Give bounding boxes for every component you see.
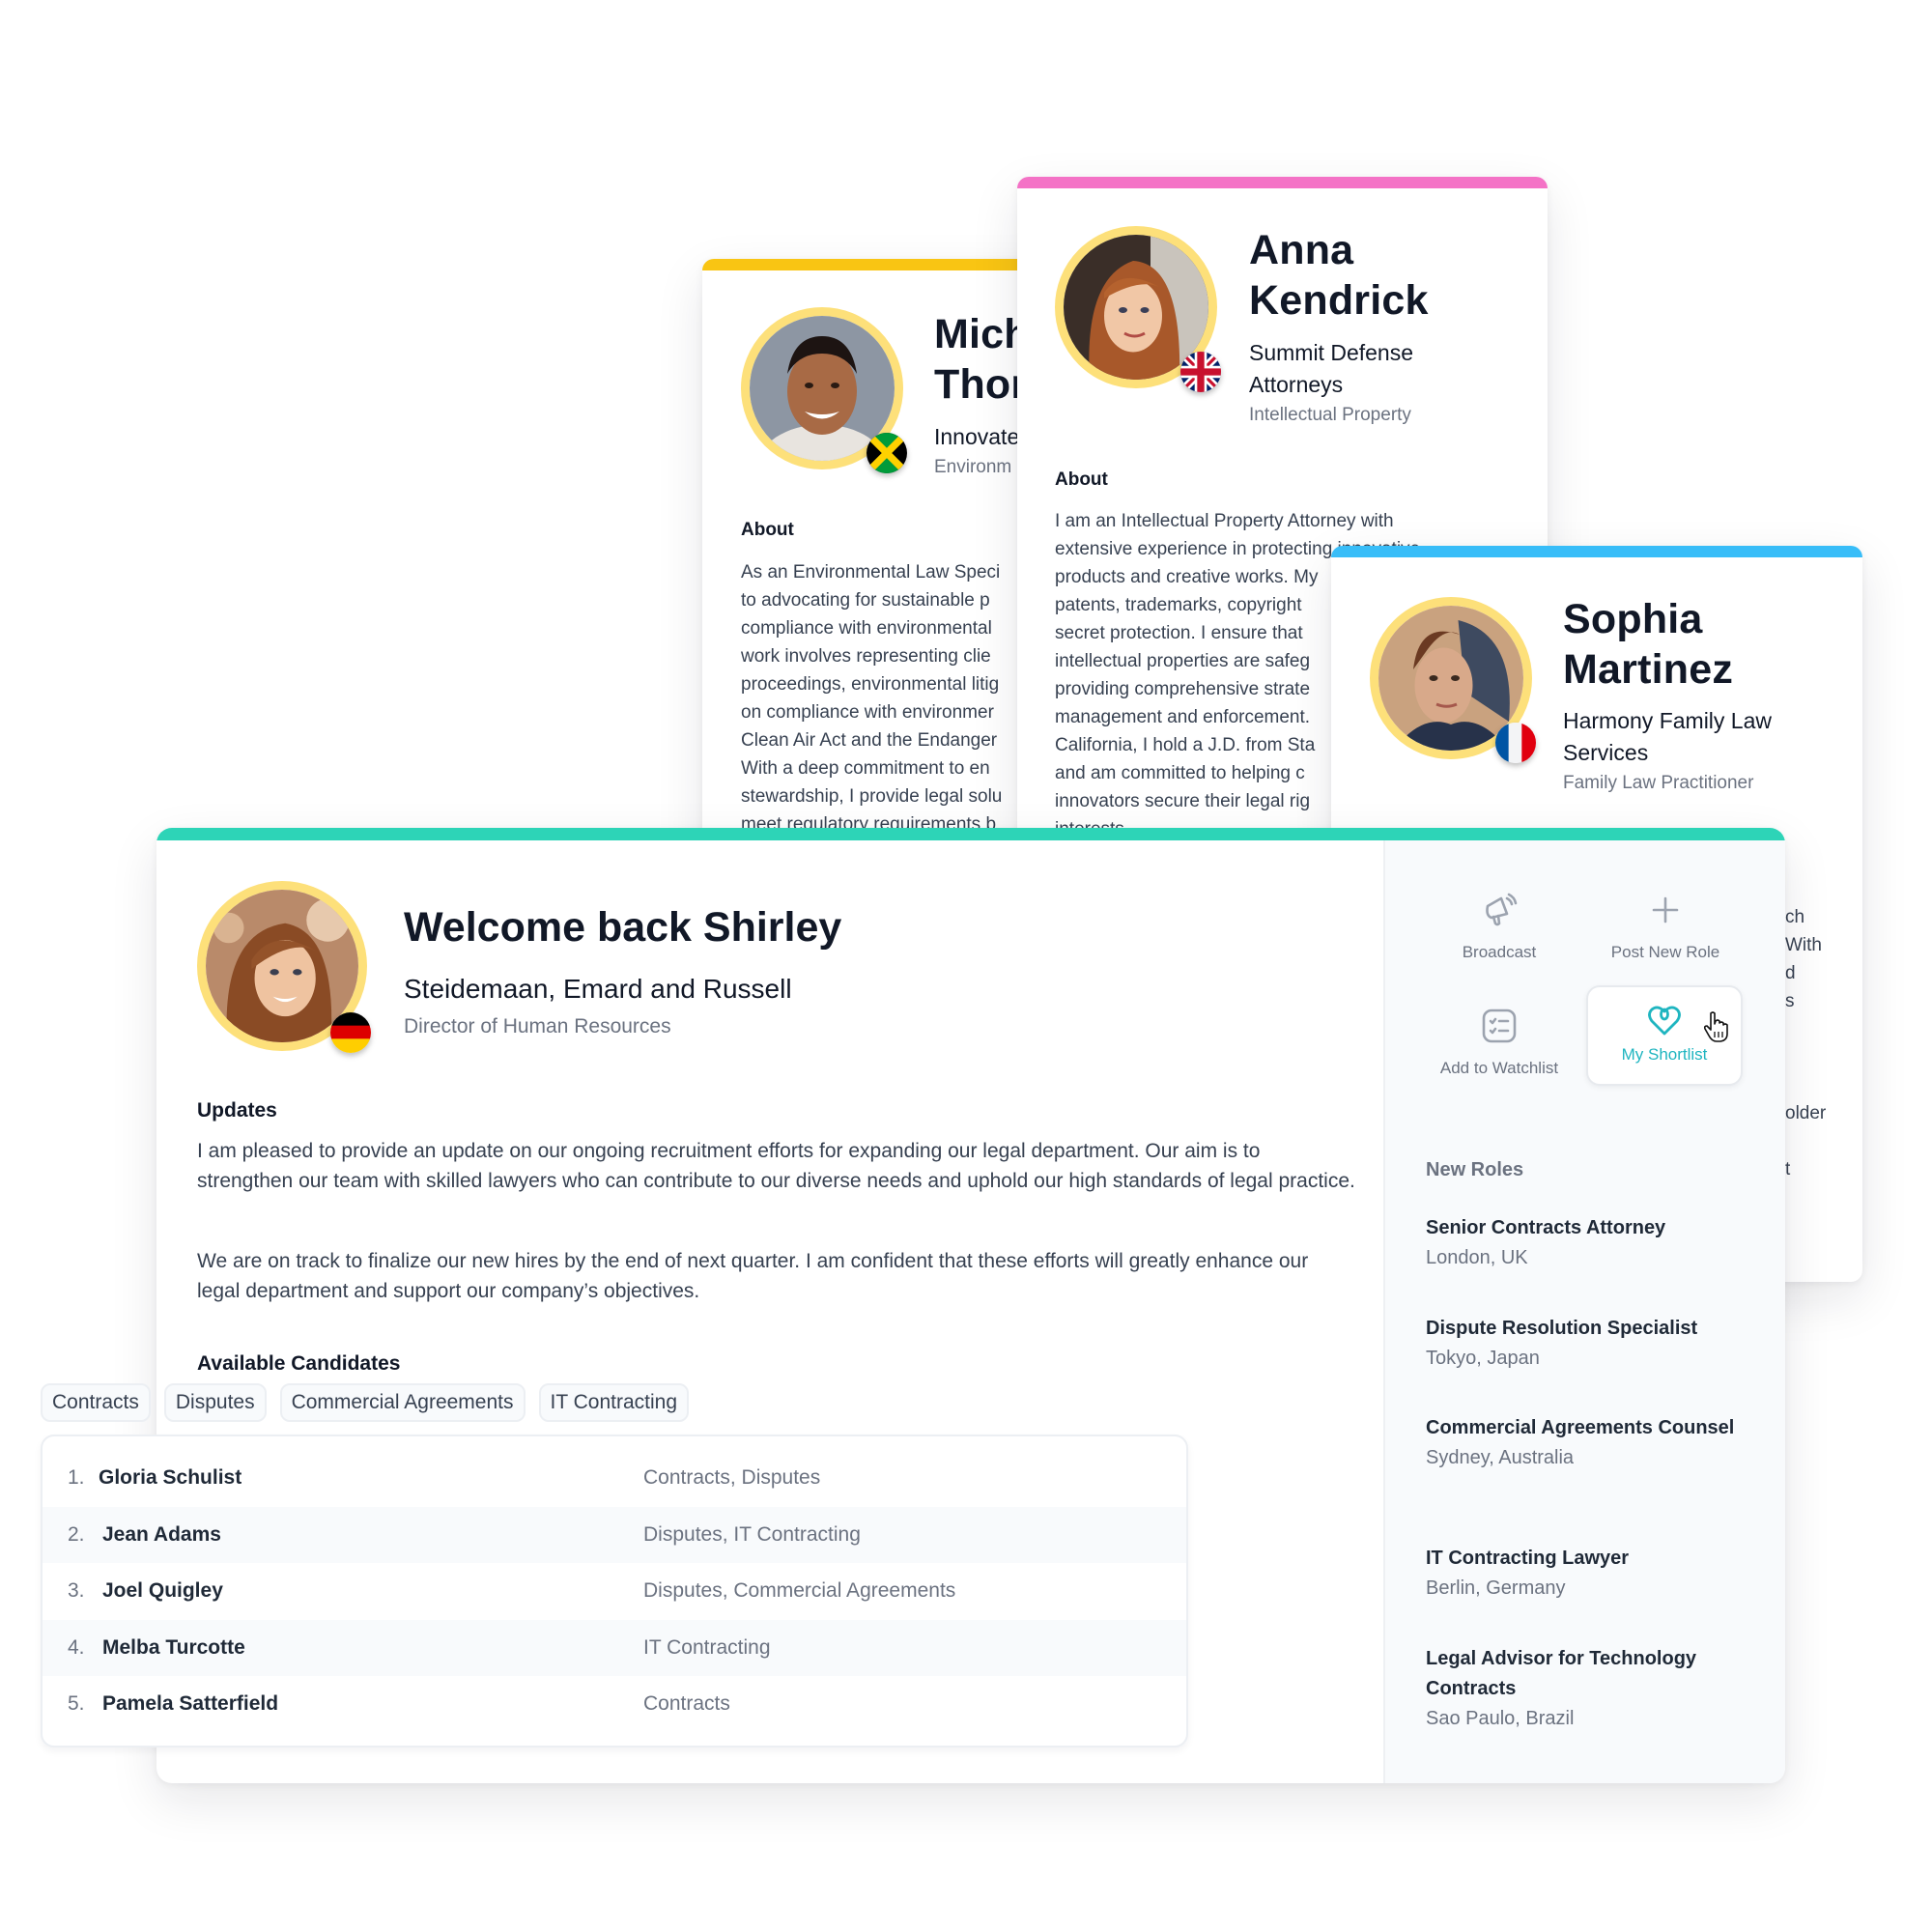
role-item[interactable]: Legal Advisor for Technology Contracts Sa… (1426, 1644, 1735, 1734)
uk-flag-icon (1180, 352, 1221, 392)
role-location: Berlin, Germany (1426, 1577, 1566, 1599)
germany-flag-icon (330, 1012, 371, 1053)
about-line: t (1785, 1159, 1791, 1179)
profile-role: Intellectual Property (1249, 405, 1411, 425)
candidate-number: 3. (68, 1579, 85, 1602)
candidate-specialties: Disputes, IT Contracting (643, 1522, 861, 1546)
candidate-number: 5. (68, 1692, 85, 1715)
france-flag-icon (1495, 723, 1536, 763)
filter-chip[interactable]: Disputes (163, 1383, 267, 1422)
about-line: older (1785, 1103, 1827, 1123)
candidate-specialties: Contracts, Disputes (643, 1466, 821, 1489)
role-title: Commercial Agreements Counsel (1426, 1417, 1735, 1438)
candidate-number: 1. (68, 1466, 85, 1489)
role-item[interactable]: Senior Contracts Attorney London, UK (1426, 1213, 1735, 1273)
candidate-name[interactable]: Melba Turcotte (102, 1636, 245, 1660)
filter-chip[interactable]: Commercial Agreements (279, 1383, 526, 1422)
profile-name: Sophia Martinez (1563, 596, 1734, 693)
my-shortlist-button[interactable]: My Shortlist (1586, 985, 1743, 1086)
checklist-icon (1482, 1009, 1517, 1043)
role-title: Senior Contracts Attorney (1426, 1217, 1666, 1238)
profile-role: Family Law Practitioner (1563, 773, 1754, 793)
post-new-role-label: Post New Role (1610, 943, 1720, 961)
about-line: d (1785, 963, 1796, 983)
candidate-row[interactable]: 3. Joel Quigley Disputes, Commercial Agree… (43, 1563, 1186, 1619)
plus-icon (1652, 896, 1679, 923)
role-location: London, UK (1426, 1247, 1528, 1268)
broadcast-label: Broadcast (1462, 943, 1537, 961)
candidate-number: 4. (68, 1635, 85, 1659)
role-title: Legal Advisor for Technology Contracts (1426, 1648, 1697, 1699)
heart-icon (1648, 1006, 1681, 1036)
updates-heading: Updates (197, 1099, 277, 1122)
role-item[interactable]: Dispute Resolution Specialist Tokyo, Japa… (1426, 1314, 1735, 1374)
candidate-specialties: IT Contracting (643, 1635, 771, 1659)
card-accent-bar (1331, 546, 1862, 557)
role-title: Dispute Resolution Specialist (1426, 1318, 1698, 1339)
about-heading: About (741, 520, 794, 540)
candidate-specialties: Contracts (643, 1692, 730, 1715)
broadcast-button[interactable]: Broadcast (1422, 881, 1577, 978)
candidate-row[interactable]: 1. Gloria Schulist Contracts, Disputes (43, 1450, 1186, 1506)
new-roles-heading: New Roles (1426, 1159, 1524, 1180)
avatar (1370, 597, 1536, 763)
role-item[interactable]: IT Contracting Lawyer Berlin, Germany (1426, 1544, 1735, 1604)
welcome-heading: Welcome back Shirley (404, 904, 842, 951)
filter-chip[interactable]: Contracts (41, 1383, 151, 1422)
megaphone-icon (1486, 893, 1518, 926)
profile-name: Anna Kendrick (1249, 227, 1429, 324)
candidates-table: 1. Gloria Schulist Contracts, Disputes 2. Je… (41, 1435, 1188, 1747)
jamaica-flag-icon (867, 433, 907, 473)
filter-chip[interactable]: IT Contracting (538, 1383, 690, 1422)
my-shortlist-label: My Shortlist (1621, 1045, 1708, 1064)
card-accent-bar (156, 828, 1785, 840)
candidate-name[interactable]: Jean Adams (102, 1523, 221, 1547)
candidate-row[interactable]: 4. Melba Turcotte IT Contracting (43, 1619, 1186, 1676)
add-to-watchlist-label: Add to Watchlist (1439, 1059, 1559, 1077)
role-item[interactable]: Commercial Agreements Counsel Sydney, Aus… (1426, 1413, 1735, 1473)
candidate-name[interactable]: Joel Quigley (102, 1579, 223, 1603)
avatar (1055, 226, 1221, 392)
role-title: IT Contracting Lawyer (1426, 1548, 1630, 1569)
profile-name: Mich Thor (934, 311, 1030, 408)
candidate-row[interactable]: 5. Pamela Satterfield Contracts (43, 1676, 1186, 1732)
hand-cursor-icon (1703, 1011, 1728, 1042)
candidate-number: 2. (68, 1522, 85, 1546)
role-location: Sydney, Australia (1426, 1447, 1575, 1468)
add-to-watchlist-button[interactable]: Add to Watchlist (1422, 997, 1577, 1094)
job-title: Director of Human Resources (404, 1015, 671, 1037)
candidate-row[interactable]: 2. Jean Adams Disputes, IT Contracting (43, 1506, 1186, 1563)
post-new-role-button[interactable]: Post New Role (1588, 881, 1743, 978)
about-heading: About (1055, 469, 1108, 490)
profile-firm: Innovate (934, 424, 1020, 449)
candidate-name[interactable]: Gloria Schulist (99, 1466, 242, 1490)
about-line: ch (1785, 907, 1805, 927)
company-name: Steidemaan, Emard and Russell (404, 974, 792, 1004)
role-location: Sao Paulo, Brazil (1426, 1708, 1575, 1729)
candidate-filters: Contracts Disputes Commercial Agreements IT… (41, 1383, 690, 1422)
about-line: I am an Intellectual Property Attorney w… (1055, 511, 1394, 531)
about-line: s (1785, 991, 1795, 1011)
avatar (741, 307, 907, 473)
updates-paragraph: We are on track to finalize our new hire… (197, 1250, 1309, 1302)
profile-firm: Summit Defense Attorneys (1249, 340, 1414, 397)
candidates-heading: Available Candidates (197, 1352, 401, 1375)
card-accent-bar (1017, 177, 1548, 188)
role-location: Tokyo, Japan (1426, 1348, 1540, 1369)
updates-paragraph: I am pleased to provide an update on our… (197, 1140, 1355, 1192)
profile-firm: Harmony Family Law Services (1563, 708, 1772, 765)
candidate-specialties: Disputes, Commercial Agreements (643, 1579, 956, 1602)
user-avatar[interactable] (197, 881, 371, 1053)
about-line: With (1785, 935, 1822, 955)
profile-role: Environm (934, 457, 1012, 477)
dashboard-sidebar: Broadcast Post New Role Add to Watchlist… (1383, 840, 1785, 1783)
candidate-name[interactable]: Pamela Satterfield (102, 1692, 278, 1716)
